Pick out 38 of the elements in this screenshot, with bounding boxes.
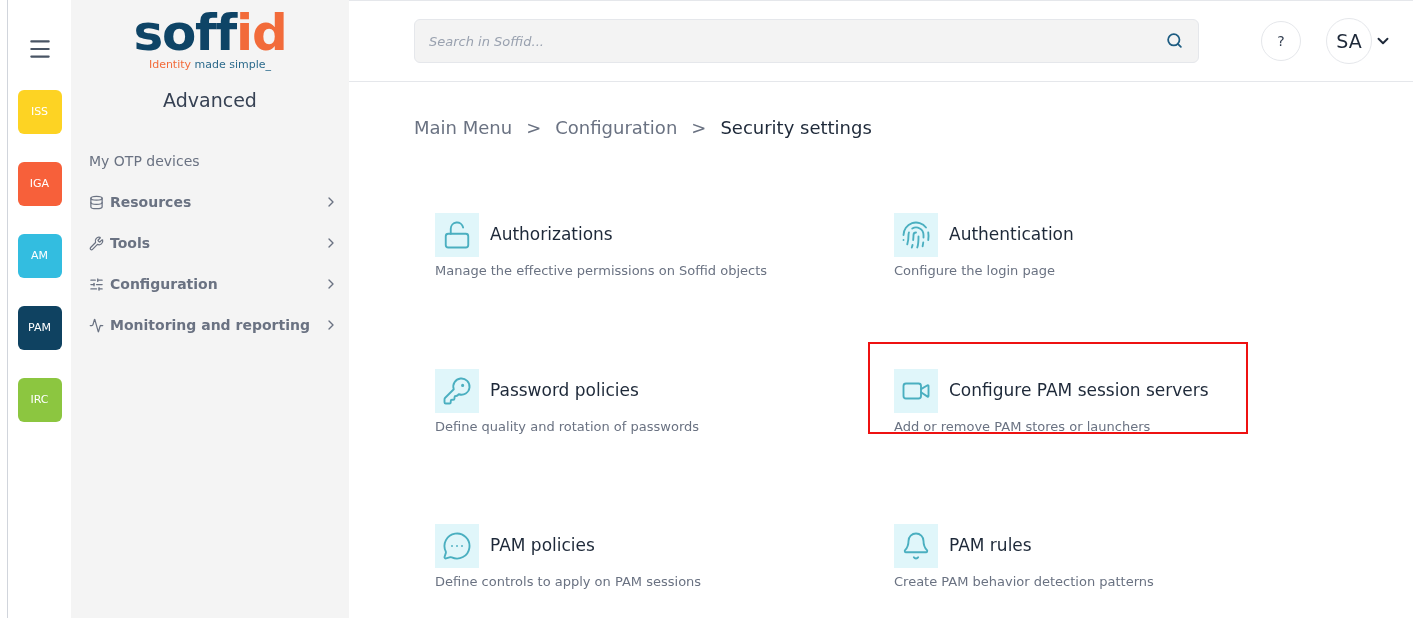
card-title[interactable]: PAM policies	[490, 533, 595, 559]
card-title[interactable]: Authentication	[949, 222, 1074, 248]
sliders-icon	[89, 276, 104, 292]
search-icon[interactable]	[1166, 32, 1183, 49]
video-camera-icon[interactable]	[894, 368, 938, 413]
fingerprint-icon[interactable]	[894, 213, 938, 257]
card-description: Define quality and rotation of passwords	[435, 417, 701, 436]
breadcrumb-item[interactable]: Configuration	[555, 114, 678, 141]
sidebar-item[interactable]: Monitoring and reporting	[110, 314, 310, 336]
sidebar-title: Advanced	[162, 88, 258, 113]
bell-icon[interactable]	[894, 524, 938, 568]
sidebar-item[interactable]: Configuration	[110, 273, 218, 295]
breadcrumb-item[interactable]: >	[526, 114, 542, 141]
logo: soffid Identity made simple_	[133, 8, 287, 72]
app-button[interactable]: IGA	[17, 162, 62, 206]
breadcrumb-item[interactable]: Main Menu	[414, 114, 513, 141]
card-title[interactable]: PAM rules	[949, 533, 1032, 559]
chat-bubble-icon[interactable]	[435, 524, 479, 568]
card-description: Configure the login page	[894, 262, 1056, 280]
padlock-icon[interactable]	[435, 213, 479, 257]
card-description: Manage the effective permissions on Soffid objects	[435, 262, 769, 280]
breadcrumb-item[interactable]: >	[691, 114, 707, 141]
key-icon[interactable]	[435, 368, 479, 413]
chart-line-icon	[89, 317, 104, 333]
card-title[interactable]: Authorizations	[490, 222, 613, 248]
card-description: Define controls to apply on PAM sessions	[435, 573, 703, 591]
card-description: Add or remove PAM stores or launchers	[894, 417, 1152, 436]
card-title[interactable]: Configure PAM session servers	[949, 377, 1209, 404]
wrench-icon	[89, 235, 104, 251]
app-button[interactable]: PAM	[17, 306, 62, 350]
card-description: Create PAM behavior detection patterns	[894, 573, 1155, 591]
sidebar-item[interactable]: Resources	[110, 191, 192, 213]
search-field[interactable]: Search in Soffid...	[414, 19, 1199, 63]
breadcrumb-item: Security settings	[720, 116, 872, 140]
card-title[interactable]: Password policies	[490, 377, 639, 404]
database-icon	[89, 194, 104, 210]
sidebar-item[interactable]: My OTP devices	[89, 150, 200, 172]
sidebar-item[interactable]: Tools	[110, 232, 151, 254]
